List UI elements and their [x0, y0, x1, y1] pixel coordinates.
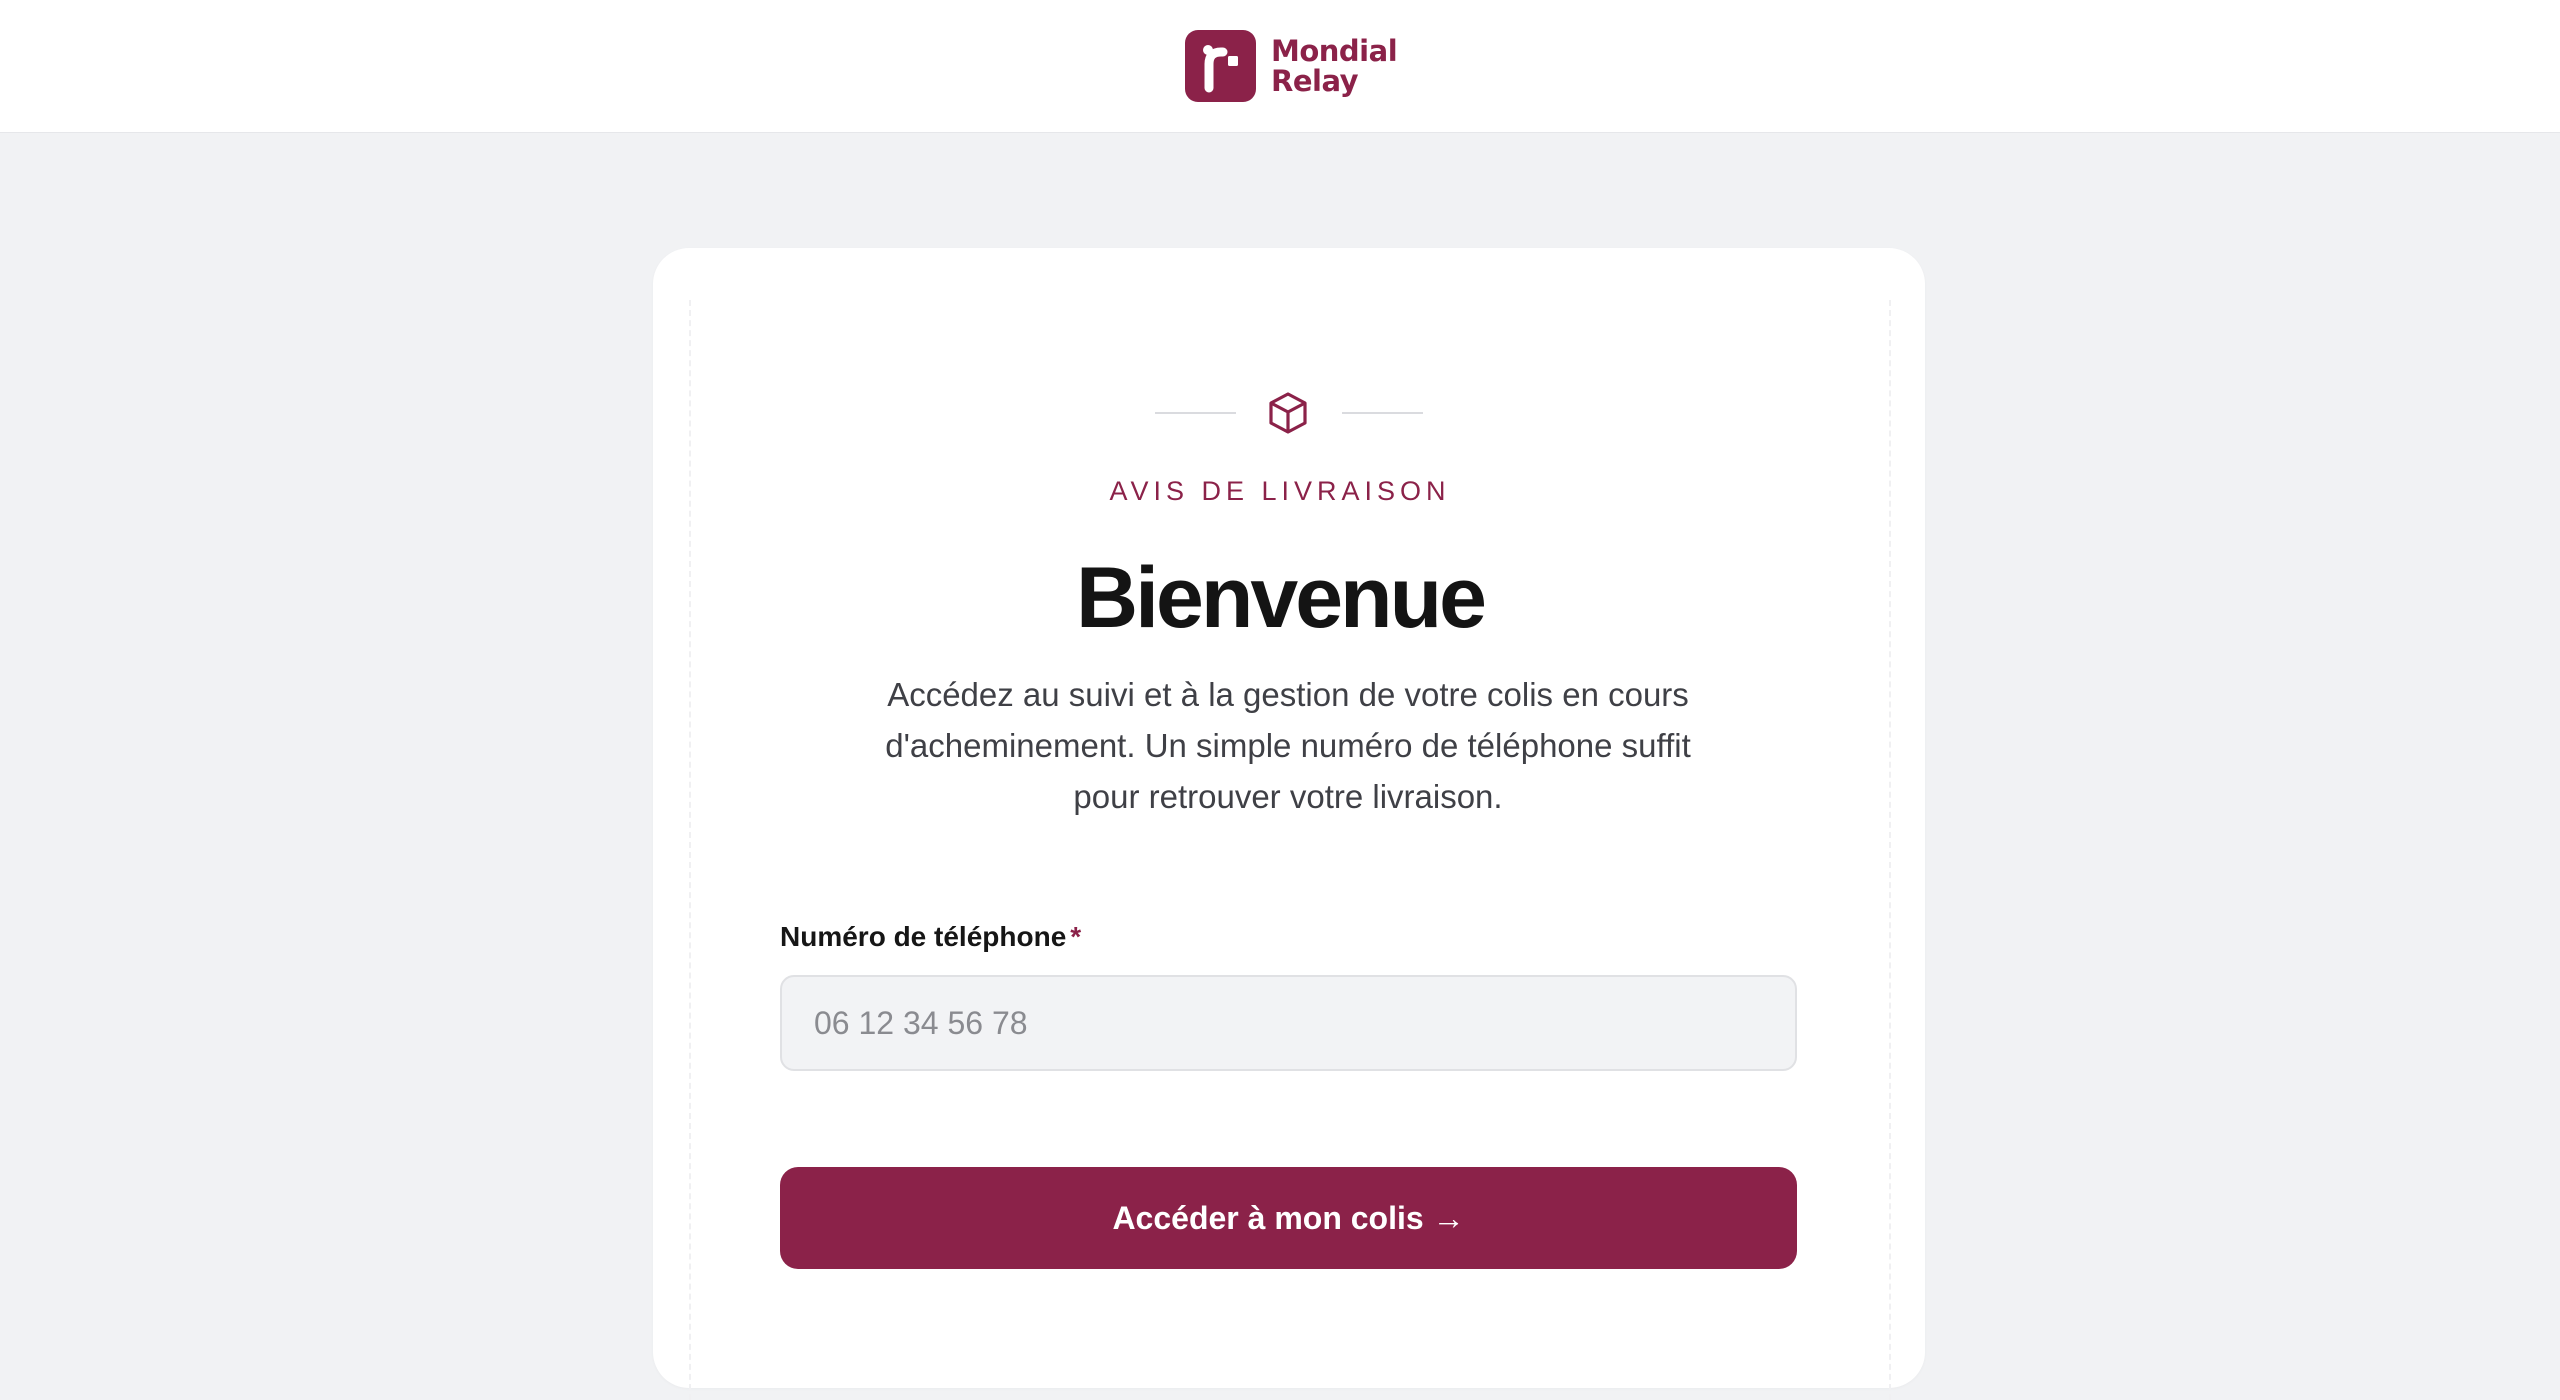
logo-mark-icon	[1185, 30, 1256, 102]
hero-divider	[0, 388, 2560, 438]
package-box-icon	[1265, 388, 1311, 438]
logo-text-line2: Relay	[1271, 64, 1359, 98]
logo-wordmark: Mondial Relay	[1271, 34, 1398, 98]
eyebrow-label: AVIS DE LIVRAISON	[1109, 476, 1451, 506]
site-header: Mondial Relay	[0, 0, 2560, 133]
logo-text-line1: Mondial	[1271, 34, 1398, 68]
mondial-relay-logo[interactable]: Mondial Relay	[1185, 29, 1398, 103]
page-description: Accédez au suivi et à la gestion de votr…	[885, 676, 1691, 815]
phone-label-text: Numéro de téléphone	[780, 921, 1067, 952]
phone-label: Numéro de téléphone *	[780, 919, 1081, 955]
page-title: Bienvenue	[1076, 550, 1487, 646]
required-mark: *	[1070, 921, 1082, 952]
divider-left	[1155, 412, 1236, 414]
access-parcel-button[interactable]: Accéder à mon colis →	[780, 1167, 1797, 1269]
phone-input[interactable]	[780, 975, 1797, 1071]
divider-right	[1342, 412, 1423, 414]
